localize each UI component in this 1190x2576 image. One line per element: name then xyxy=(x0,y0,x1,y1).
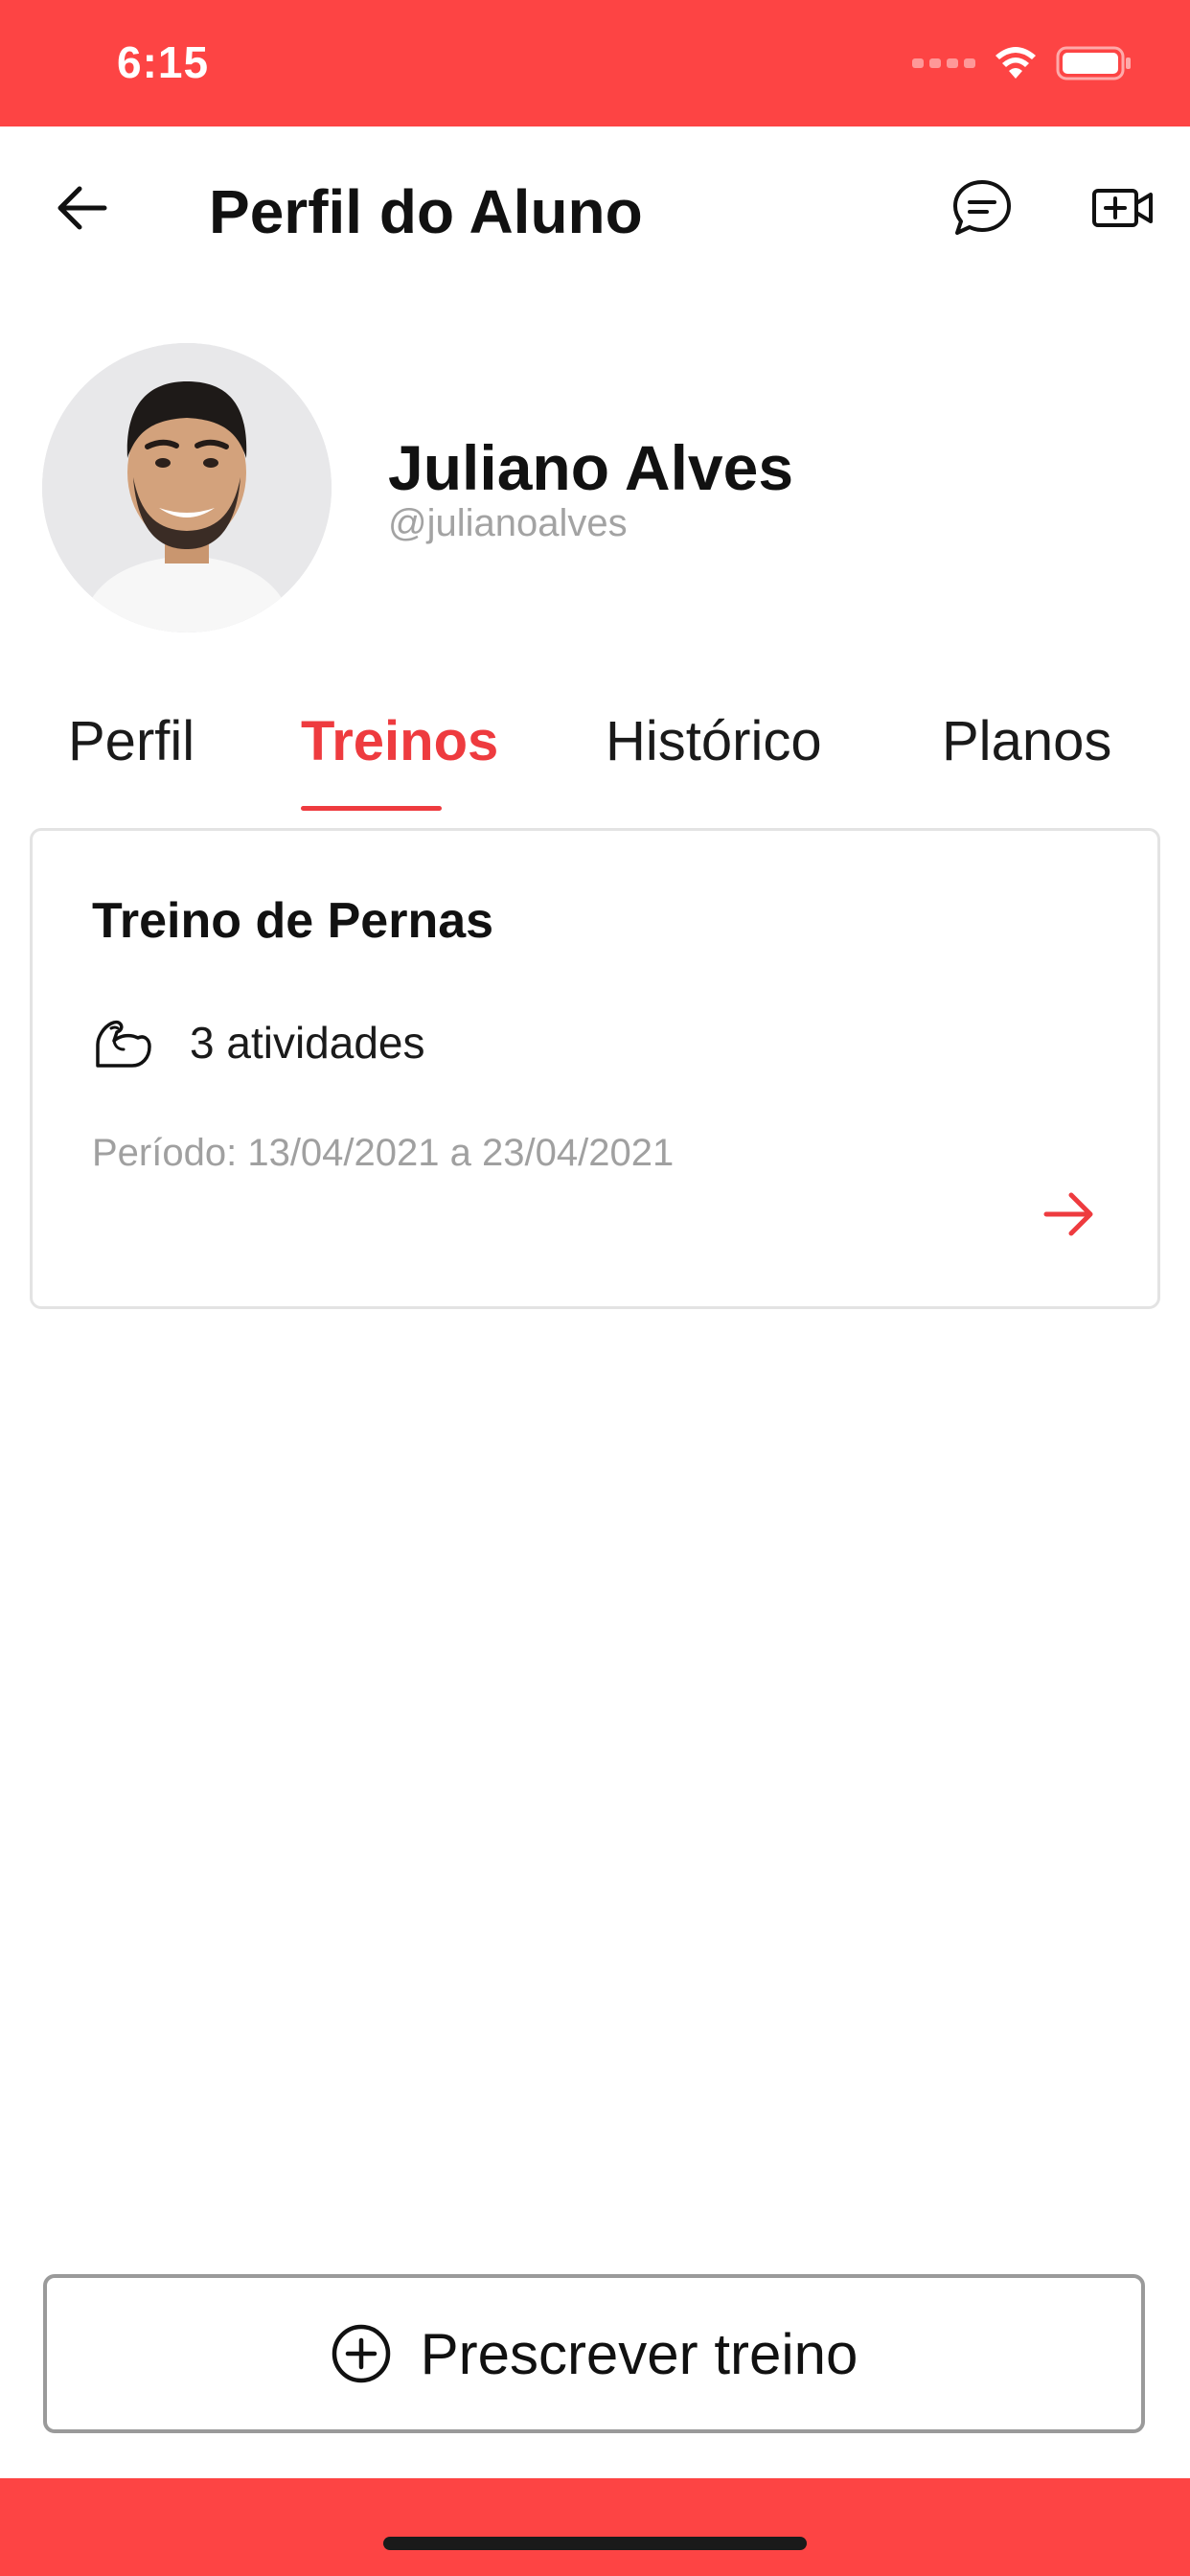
prescribe-label: Prescrever treino xyxy=(420,2321,858,2386)
workout-title: Treino de Pernas xyxy=(92,893,494,949)
student-name: Juliano Alves xyxy=(388,432,794,503)
cellular-signal-icon xyxy=(912,58,975,68)
tab-treinos[interactable]: Treinos xyxy=(301,709,498,773)
chat-bubble-icon xyxy=(953,180,1011,235)
status-time: 6:15 xyxy=(117,37,210,87)
app-header: Perfil do Aluno xyxy=(0,126,1190,289)
workout-card[interactable]: Treino de Pernas 3 atividades Período: 1… xyxy=(30,828,1160,1309)
active-tab-indicator xyxy=(301,806,442,811)
prescribe-workout-button[interactable]: Prescrever treino xyxy=(43,2274,1145,2433)
status-bar: 6:15 xyxy=(0,0,1190,126)
student-photo xyxy=(42,343,332,632)
activities-count: 3 atividades xyxy=(190,1018,425,1068)
arrow-left-icon xyxy=(57,186,107,230)
student-handle: @julianoalves xyxy=(388,502,628,544)
flexed-arm-icon xyxy=(92,1013,155,1072)
home-indicator[interactable] xyxy=(383,2537,807,2550)
battery-icon xyxy=(1056,46,1131,80)
workout-period: Período: 13/04/2021 a 23/04/2021 xyxy=(92,1132,675,1174)
profile-tabs: Perfil Treinos Histórico Planos xyxy=(0,700,1190,815)
bottom-bar xyxy=(0,2478,1190,2576)
plus-circle-icon xyxy=(331,2323,392,2384)
page-title: Perfil do Aluno xyxy=(209,177,643,246)
chat-button[interactable] xyxy=(949,174,1016,242)
activities-row: 3 atividades xyxy=(92,1013,425,1072)
student-profile: Juliano Alves @julianoalves xyxy=(0,343,1190,635)
wifi-icon xyxy=(995,47,1036,79)
arrow-right-icon xyxy=(1043,1192,1093,1236)
tab-planos[interactable]: Planos xyxy=(942,709,1111,773)
video-add-icon xyxy=(1092,189,1153,227)
tab-historico[interactable]: Histórico xyxy=(606,709,822,773)
back-button[interactable] xyxy=(48,174,115,242)
open-workout-button[interactable] xyxy=(1041,1185,1098,1243)
status-indicators xyxy=(912,44,1133,82)
avatar xyxy=(42,343,332,632)
tab-perfil[interactable]: Perfil xyxy=(68,709,195,773)
video-call-button[interactable] xyxy=(1087,174,1158,242)
